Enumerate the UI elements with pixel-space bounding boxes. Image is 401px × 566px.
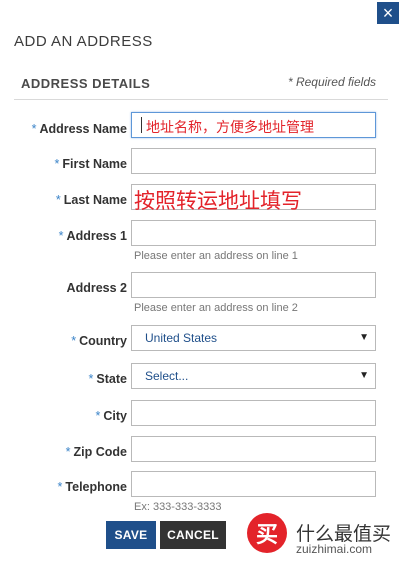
save-button[interactable]: SAVE: [106, 521, 156, 549]
last-name-label: * Last Name: [55, 193, 127, 207]
address-name-input[interactable]: 地址名称，方便多地址管理: [131, 112, 376, 138]
required-fields-note: * Required fields: [287, 75, 376, 89]
close-icon[interactable]: ×: [377, 2, 399, 24]
address-name-annotation: 地址名称，方便多地址管理: [146, 119, 314, 135]
required-mark: *: [65, 445, 71, 459]
required-mark: *: [88, 372, 94, 386]
first-name-label: * First Name: [54, 157, 127, 171]
country-label: * Country: [71, 334, 127, 348]
address1-hint: Please enter an address on line 1: [134, 250, 298, 262]
required-mark: *: [31, 122, 37, 136]
telephone-hint: Ex: 333-333-3333: [134, 501, 222, 513]
cancel-button[interactable]: CANCEL: [160, 521, 226, 549]
city-input[interactable]: [131, 400, 376, 426]
required-mark: *: [57, 480, 63, 494]
country-selected-value: United States: [145, 331, 218, 345]
text-cursor: [141, 117, 142, 133]
last-name-input[interactable]: 按照转运地址填写: [131, 184, 376, 213]
address2-label: Address 2: [66, 281, 127, 295]
section-header: ADDRESS DETAILS * Required fields: [14, 70, 388, 100]
zip-label: * Zip Code: [65, 445, 127, 459]
watermark-logo: 买: [247, 513, 287, 553]
modal-title: ADD AN ADDRESS: [14, 33, 153, 50]
address1-input[interactable]: [131, 220, 376, 246]
telephone-label: * Telephone: [57, 480, 127, 494]
address2-hint: Please enter an address on line 2: [134, 302, 298, 314]
required-mark: *: [95, 409, 101, 423]
last-name-annotation: 按照转运地址填写: [134, 190, 302, 213]
state-selected-value: Select...: [145, 369, 189, 383]
address-name-label: * Address Name: [31, 122, 127, 136]
first-name-input[interactable]: [131, 148, 376, 174]
country-select[interactable]: United States ▼: [131, 325, 376, 351]
required-mark: *: [71, 334, 77, 348]
state-select[interactable]: Select... ▼: [131, 363, 376, 389]
watermark-url: zuizhimai.com: [296, 542, 373, 556]
address1-label: * Address 1: [58, 229, 127, 243]
required-mark: *: [54, 157, 60, 171]
telephone-input[interactable]: [131, 471, 376, 497]
address2-input[interactable]: [131, 272, 376, 298]
required-mark: *: [55, 193, 61, 207]
required-mark: *: [58, 229, 64, 243]
chevron-down-icon: ▼: [359, 370, 369, 381]
chevron-down-icon: ▼: [359, 332, 369, 343]
city-label: * City: [95, 409, 128, 423]
state-label: * State: [88, 372, 127, 386]
section-title: ADDRESS DETAILS: [21, 76, 151, 91]
zip-input[interactable]: [131, 436, 376, 462]
